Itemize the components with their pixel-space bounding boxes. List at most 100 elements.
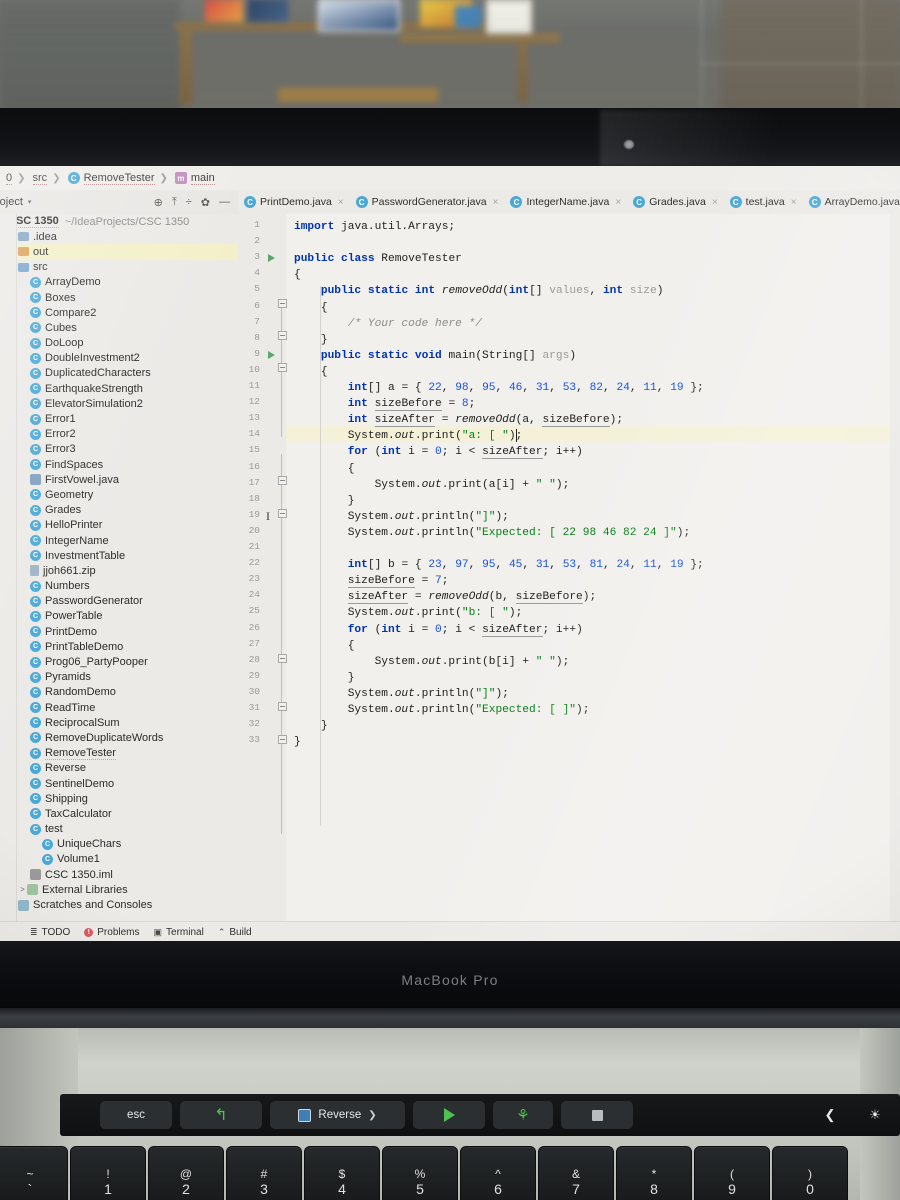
project-panel-title[interactable]: roject (0, 196, 23, 208)
project-tree-root[interactable]: CSC 1350 ~/IdeaProjects/CSC 1350 (0, 214, 238, 229)
key-1[interactable]: ! 1 (70, 1146, 146, 1200)
run-gutter-icon[interactable] (268, 254, 275, 263)
key-7[interactable]: & 7 (538, 1146, 614, 1200)
tree-item-shipping[interactable]: C Shipping (0, 791, 238, 806)
tree-item-findspaces[interactable]: C FindSpaces (0, 457, 238, 472)
tree-item-cubes[interactable]: C Cubes (0, 320, 238, 335)
tree-item-jjoh661-zip[interactable]: jjoh661.zip (0, 563, 238, 578)
tree-item-elevatorsimulation2[interactable]: C ElevatorSimulation2 (0, 396, 238, 411)
chevron-down-icon[interactable]: ▾ (28, 198, 32, 206)
touchbar-brightness-button[interactable]: ☀ (860, 1101, 890, 1129)
key-3[interactable]: #3 (226, 1146, 302, 1200)
tree-item-label: DuplicatedCharacters (45, 367, 151, 380)
status-bar-item-problems[interactable]: ! Problems (84, 927, 140, 938)
run-gutter-icon[interactable] (268, 350, 275, 359)
tree-item-geometry[interactable]: C Geometry (0, 487, 238, 502)
hide-icon[interactable]: — (219, 196, 230, 209)
tree-item-doubleinvestment2[interactable]: C DoubleInvestment2 (0, 351, 238, 366)
tree-item-arraydemo[interactable]: C ArrayDemo (0, 275, 238, 290)
touchbar-run-button[interactable] (413, 1101, 485, 1129)
tree-item-sentineldemo[interactable]: C SentinelDemo (0, 776, 238, 791)
tree-item-firstvowel-java[interactable]: FirstVowel.java (0, 472, 238, 487)
tree-item-readtime[interactable]: C ReadTime (0, 700, 238, 715)
settings-gear-icon[interactable]: ✿ (201, 196, 210, 209)
expand-icon[interactable]: ÷ (186, 196, 192, 209)
breadcrumb-item-src[interactable]: src ❯ (30, 172, 65, 185)
tree-item-duplicatedcharacters[interactable]: C DuplicatedCharacters (0, 366, 238, 381)
tree-item-compare2[interactable]: C Compare2 (0, 305, 238, 320)
editor-tab[interactable]: CArrayDemo.java× (803, 190, 900, 214)
tree-item-external-libraries[interactable]: > External Libraries (0, 882, 238, 897)
breadcrumb-item-method[interactable]: m main (172, 172, 218, 185)
touchbar-stop-button[interactable] (561, 1101, 633, 1129)
touchbar-prev-button[interactable]: ❮ (815, 1101, 845, 1129)
tree-item-powertable[interactable]: C PowerTable (0, 609, 238, 624)
tree-item-earthquakestrength[interactable]: C EarthquakeStrength (0, 381, 238, 396)
editor-tab[interactable]: C IntegerName.java × (504, 190, 627, 214)
breadcrumb-item-0[interactable]: 0 ❯ (0, 172, 30, 185)
tree-item-doloop[interactable]: C DoLoop (0, 336, 238, 351)
close-icon[interactable]: × (615, 197, 621, 208)
status-bar-item-terminal[interactable]: ▣ Terminal (154, 927, 204, 938)
key-2[interactable]: @2 (148, 1146, 224, 1200)
tree-item-passwordgenerator[interactable]: C PasswordGenerator (0, 594, 238, 609)
collapse-all-icon[interactable]: ⤒ (172, 196, 177, 209)
tree-item-error1[interactable]: C Error1 (0, 411, 238, 426)
tree-item-reverse[interactable]: C Reverse (0, 761, 238, 776)
tree-item-csc-1350-iml[interactable]: CSC 1350.iml (0, 867, 238, 882)
tree-item--idea[interactable]: .idea (0, 229, 238, 244)
editor-tab[interactable]: Ctest.java × (724, 190, 803, 214)
tree-item-randomdemo[interactable]: C RandomDemo (0, 685, 238, 700)
key-9[interactable]: (9 (694, 1146, 770, 1200)
locate-icon[interactable]: ⊕ (154, 196, 163, 209)
tree-item-investmenttable[interactable]: C InvestmentTable (0, 548, 238, 563)
tree-item-error2[interactable]: C Error2 (0, 427, 238, 442)
tree-item-pyramids[interactable]: C Pyramids (0, 670, 238, 685)
tree-item-volume1[interactable]: C Volume1 (0, 852, 238, 867)
key-4[interactable]: $4 (304, 1146, 380, 1200)
editor-tab[interactable]: C PasswordGenerator.java × (350, 190, 505, 214)
status-bar-item-todo[interactable]: ≣ TODO (30, 927, 70, 938)
tree-item-numbers[interactable]: C Numbers (0, 579, 238, 594)
tree-item-reciprocalsum[interactable]: C ReciprocalSum (0, 715, 238, 730)
tree-item-taxcalculator[interactable]: C TaxCalculator (0, 806, 238, 821)
touchbar-back-button[interactable]: ↰ (180, 1101, 262, 1129)
chevron-right-icon[interactable]: > (18, 885, 27, 894)
touchbar-run-config-button[interactable]: Reverse ❯ (270, 1101, 405, 1129)
close-icon[interactable]: × (338, 197, 344, 208)
editor-tab[interactable]: C PrintDemo.java × (238, 190, 350, 214)
touchbar-esc-button[interactable]: esc (100, 1101, 172, 1129)
code-text[interactable]: import java.util.Arrays; public class Rem… (286, 214, 900, 921)
editor-gutter[interactable]: 1 2 3 4 5 6 7 8 9 10 11 12 13 14 15 16 17 18 19 20 21 22 23 24 2… (238, 214, 286, 921)
tree-item-test[interactable]: Ctest (0, 822, 238, 837)
tree-item-printdemo[interactable]: C PrintDemo (0, 624, 238, 639)
breadcrumb-item-class[interactable]: C RemoveTester ❯ (65, 172, 172, 185)
key-0[interactable]: ) 0 (772, 1146, 848, 1200)
tree-item-src[interactable]: src (0, 260, 238, 275)
tree-item-out[interactable]: out (0, 244, 238, 260)
tree-item-removeduplicatewords[interactable]: C RemoveDuplicateWords (0, 730, 238, 745)
tree-item-helloprinter[interactable]: C HelloPrinter (0, 518, 238, 533)
tree-item-boxes[interactable]: C Boxes (0, 290, 238, 305)
key-`[interactable]: ~ ` (0, 1146, 68, 1200)
key-6[interactable]: ^ 6 (460, 1146, 536, 1200)
tree-item-uniquechars[interactable]: C UniqueChars (0, 837, 238, 852)
close-icon[interactable]: × (791, 197, 797, 208)
tree-item-integername[interactable]: C IntegerName (0, 533, 238, 548)
editor-marker-column[interactable] (890, 214, 900, 921)
key-5[interactable]: % 5 (382, 1146, 458, 1200)
close-icon[interactable]: × (712, 197, 718, 208)
tree-item-error3[interactable]: C Error3 (0, 442, 238, 457)
touch-bar[interactable]: esc ↰ Reverse ❯ ⚘ ❮ ☀ (60, 1094, 900, 1136)
status-bar-item-build[interactable]: ⌃ Build (218, 927, 252, 938)
tree-item-prog06-partypooper[interactable]: C Prog06_PartyPooper (0, 654, 238, 669)
tree-item-grades[interactable]: C Grades (0, 503, 238, 518)
editor-tab[interactable]: C Grades.java × (627, 190, 723, 214)
touchbar-debug-button[interactable]: ⚘ (493, 1101, 553, 1129)
close-icon[interactable]: × (493, 197, 499, 208)
key-8[interactable]: * 8 (616, 1146, 692, 1200)
tree-item-scratches-and-consoles[interactable]: Scratches and Consoles (0, 897, 238, 912)
tree-item-printtabledemo[interactable]: C PrintTableDemo (0, 639, 238, 654)
tree-item-removetester[interactable]: C RemoveTester (0, 746, 238, 761)
code-editor[interactable]: 1 2 3 4 5 6 7 8 9 10 11 12 13 14 15 16 17 18 19 20 21 22 23 24 2… (238, 214, 900, 921)
